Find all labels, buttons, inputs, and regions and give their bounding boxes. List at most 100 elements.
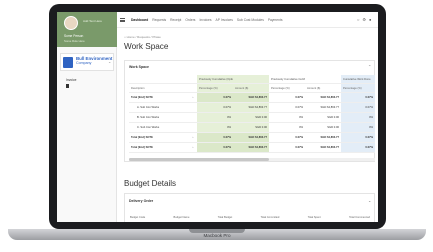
user-icon[interactable]: ● xyxy=(369,17,371,22)
cell-percentage: 0.07% xyxy=(197,102,233,113)
cell-percentage: 0.07% xyxy=(269,92,305,103)
panel-title: Delivery Order xyxy=(129,199,154,203)
nav-item-payments[interactable]: Payments xyxy=(268,18,283,22)
column-header: Percentage (%) xyxy=(197,83,233,93)
table-group-header: Previously Cumulative (Option) Previousl… xyxy=(129,75,375,84)
cell-percentage: 0.07% xyxy=(197,142,233,153)
nav-item-dashboard[interactable]: Dashboard xyxy=(131,18,148,22)
cell-percentage: 0% xyxy=(197,112,233,123)
nav-item-orders[interactable]: Orders xyxy=(185,18,195,22)
table-row[interactable]: C. Sub Con Works 0% SGD 0.00 0% SGD 0.00… xyxy=(129,122,375,133)
cell-percentage: 0% xyxy=(269,112,305,123)
cell-percentage: 0.07% xyxy=(341,132,375,143)
group-header-cell xyxy=(305,75,341,84)
group-header-cell: Previously Cumulative (Option) xyxy=(197,75,233,84)
budget-details-title: Budget Details xyxy=(124,179,177,188)
cell-amount: SGD 64,863.77 xyxy=(233,132,269,143)
menu-icon[interactable] xyxy=(120,18,125,22)
scrollbar-thumb[interactable] xyxy=(129,158,269,161)
bell-icon[interactable]: ○ xyxy=(357,17,359,22)
toolbar-icons: ○ ⚙ ● xyxy=(357,17,371,22)
device-label: Macbook Pro xyxy=(203,233,231,238)
avatar[interactable] xyxy=(64,16,78,30)
column-header: Budget Code xyxy=(130,216,146,219)
cell-amount: SGD 64,863.77 xyxy=(305,92,341,103)
chevron-down-icon[interactable]: ⌄ xyxy=(368,198,371,203)
row-spacer xyxy=(189,112,197,123)
cell-amount: SGD 0.00 xyxy=(305,122,341,133)
row-description: C. Sub Con Works xyxy=(129,122,189,133)
table-row[interactable]: Total [End] SOTE › 0.07% SGD 64,863.77 0… xyxy=(129,142,375,153)
user-role: Some Role Here xyxy=(64,39,85,43)
cell-amount: SGD 0.00 xyxy=(305,112,341,123)
nav-item-ap-invoices[interactable]: AP Invoices xyxy=(216,18,233,22)
table-row[interactable]: A. Sub Con Works 0.07% SGD 64,863.77 0.0… xyxy=(129,102,375,113)
workspace-panel: Work Space ⌃ Previously Cumulative (Opti… xyxy=(124,60,375,162)
column-header: Percentage (%) xyxy=(341,83,375,93)
cell-amount: SGD 64,863.77 xyxy=(305,132,341,143)
company-switcher[interactable]: Bull Environment Company ⌄ xyxy=(60,53,114,71)
cell-percentage: 0.07% xyxy=(269,142,305,153)
nav-item-sub-cost-modules[interactable]: Sub Cost Modules xyxy=(237,18,264,22)
app-screen: Add Text Here Some Person Some Role Here… xyxy=(57,12,378,222)
sidebar-profile: Add Text Here Some Person Some Role Here xyxy=(57,12,117,47)
cell-percentage: 0.07% xyxy=(269,102,305,113)
nav-item-receipt[interactable]: Receipt xyxy=(170,18,181,22)
sidebar-item-invoice[interactable]: Invoice xyxy=(66,78,76,82)
column-header xyxy=(189,83,197,93)
breadcrumb[interactable]: ⌂ Home / Requests / Phase xyxy=(124,35,161,39)
settings-icon[interactable]: ⚙ xyxy=(362,17,366,22)
group-header-cell xyxy=(129,75,189,84)
row-description: A. Sub Con Works xyxy=(129,102,189,113)
chevron-right-icon[interactable]: › xyxy=(189,92,197,103)
row-spacer xyxy=(189,102,197,113)
row-description: Total [End] SOTE xyxy=(129,142,189,153)
top-navbar: Dashboard Requests Receipt Orders Invoic… xyxy=(117,12,378,28)
column-header: Amount ($) xyxy=(233,83,269,93)
column-header: Total Budget xyxy=(217,216,233,219)
cell-amount: SGD 64,863.77 xyxy=(233,92,269,103)
table-row[interactable]: Total [End] SOTE › 0.07% SGD 64,863.77 0… xyxy=(129,92,375,103)
nav-item-invoices[interactable]: Invoices xyxy=(199,18,211,22)
company-logo-icon xyxy=(63,57,73,68)
row-description: B. Sub Con Works xyxy=(129,112,189,123)
group-header-cell: Cumulative Work Done xyxy=(341,75,375,84)
cell-percentage: 0.07% xyxy=(341,102,375,113)
user-name: Some Person xyxy=(64,34,84,38)
cell-amount: SGD 64,863.77 xyxy=(305,102,341,113)
cell-percentage: 0% xyxy=(341,122,375,133)
sidebar-tagline: Add Text Here xyxy=(83,19,102,23)
table-row[interactable]: B. Sub Con Works 0% SGD 0.00 0% SGD 0.00… xyxy=(129,112,375,123)
cell-amount: SGD 0.00 xyxy=(233,112,269,123)
row-description: Total [End] SOTE xyxy=(129,92,189,103)
cell-amount: SGD 64,863.77 xyxy=(233,102,269,113)
chevron-right-icon[interactable]: › xyxy=(189,132,197,143)
group-header-cell xyxy=(233,75,269,84)
collapse-icon[interactable]: ⌃ xyxy=(368,64,371,69)
cell-percentage: 0% xyxy=(269,122,305,133)
column-header: Percentage (%) xyxy=(269,83,305,93)
group-header-cell: Previously Cumulative Certified xyxy=(269,75,305,84)
cell-percentage: 0% xyxy=(341,112,375,123)
table-row[interactable]: Total [End] SOTE › 0.07% SGD 64,863.77 0… xyxy=(129,132,375,143)
cell-percentage: 0.07% xyxy=(197,132,233,143)
cell-percentage: 0.07% xyxy=(341,92,375,103)
company-suffix: Company xyxy=(76,61,92,65)
nav-item-requests[interactable]: Requests xyxy=(152,18,166,22)
document-icon[interactable] xyxy=(66,84,69,88)
cell-percentage: 0.07% xyxy=(269,132,305,143)
page-title: Work Space xyxy=(124,42,169,51)
column-header: Amount ($) xyxy=(305,83,341,93)
cell-percentage: 0% xyxy=(197,122,233,133)
top-nav-menu: Dashboard Requests Receipt Orders Invoic… xyxy=(131,18,283,22)
column-header: Budget Name xyxy=(173,216,190,219)
chevron-right-icon[interactable]: › xyxy=(189,142,197,153)
group-header-cell xyxy=(189,75,197,84)
sidebar: Add Text Here Some Person Some Role Here… xyxy=(57,12,117,222)
cell-percentage: 0.07% xyxy=(197,92,233,103)
column-header: Total Commenced xyxy=(349,216,370,219)
chevron-down-icon: ⌄ xyxy=(108,59,112,64)
delivery-order-panel: Delivery Order ⌄ Budget Code Budget Name… xyxy=(124,193,375,222)
row-spacer xyxy=(189,122,197,133)
column-header: Total Spent xyxy=(307,216,321,219)
